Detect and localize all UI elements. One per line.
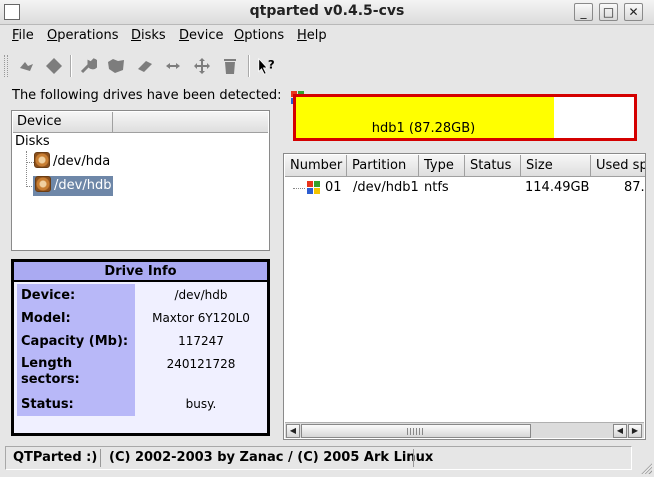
scroll-left-button[interactable]: ◀ bbox=[613, 424, 627, 438]
partition-used: 87.2 bbox=[624, 180, 645, 195]
drive-info-row-capacity: Capacity (Mb): 117247 bbox=[14, 330, 267, 353]
scroll-right-button[interactable]: ▶ bbox=[628, 424, 642, 438]
device-tree-header: Device bbox=[13, 112, 268, 133]
partition-number: 01 bbox=[325, 180, 342, 195]
partition-block-hdb1[interactable]: hdb1 (87.28GB) bbox=[293, 94, 637, 141]
menu-disks[interactable]: Disks bbox=[131, 28, 166, 43]
drive-info-row-status: Status: busy. bbox=[14, 393, 267, 416]
property-icon[interactable] bbox=[17, 56, 37, 76]
tree-root-disks[interactable]: Disks bbox=[15, 132, 50, 152]
menu-file[interactable]: File bbox=[12, 28, 34, 43]
tree-branch-line bbox=[26, 162, 34, 163]
tree-branch-line bbox=[293, 188, 305, 189]
toolbar-separator bbox=[70, 55, 72, 77]
drive-info-value: /dev/hdb bbox=[174, 288, 228, 302]
scrollbar-thumb[interactable] bbox=[301, 424, 531, 438]
eraser-icon[interactable] bbox=[135, 56, 155, 76]
status-app-label: QTParted :) bbox=[13, 450, 98, 465]
minimize-button[interactable]: _ bbox=[574, 3, 593, 21]
status-copyright: (C) 2002-2003 by Zanac / (C) 2005 Ark Li… bbox=[109, 450, 434, 465]
drive-info-value: 117247 bbox=[178, 334, 224, 348]
partition-list[interactable]: Number Partition Type Status Size Used s… bbox=[283, 153, 646, 440]
device-column-header[interactable]: Device bbox=[13, 112, 113, 133]
windows-flag-icon bbox=[307, 181, 321, 195]
menu-operations[interactable]: Operations bbox=[47, 28, 118, 43]
format-icon[interactable] bbox=[106, 56, 126, 76]
whats-this-icon[interactable]: ? bbox=[257, 56, 277, 76]
status-separator bbox=[413, 449, 414, 467]
move-icon[interactable] bbox=[192, 56, 212, 76]
drive-info-value: Maxtor 6Y120L0 bbox=[152, 311, 250, 325]
close-button[interactable]: ✕ bbox=[624, 3, 643, 21]
column-status[interactable]: Status bbox=[465, 155, 521, 177]
device-tree[interactable]: Device Disks /dev/hda /dev/hdb bbox=[11, 110, 270, 251]
drive-info-label: Length sectors: bbox=[17, 353, 135, 393]
title-bar: qtparted v0.4.5-cvs _ □ ✕ bbox=[0, 0, 654, 25]
check-icon[interactable] bbox=[44, 56, 64, 76]
drive-info-label: Capacity (Mb): bbox=[17, 330, 135, 353]
hard-disk-icon bbox=[35, 176, 51, 192]
drive-info-row-model: Model: Maxtor 6Y120L0 bbox=[14, 307, 267, 330]
menu-options[interactable]: Options bbox=[234, 28, 284, 43]
menu-bar: File Operations Disks Device Options Hel… bbox=[0, 25, 654, 49]
column-number[interactable]: Number bbox=[285, 155, 347, 177]
column-partition[interactable]: Partition bbox=[347, 155, 419, 177]
drive-info-row-device: Device: /dev/hdb bbox=[14, 284, 267, 307]
partition-block-label: hdb1 (87.28GB) bbox=[371, 121, 476, 136]
menu-help[interactable]: Help bbox=[297, 28, 327, 43]
wrench-icon[interactable] bbox=[78, 56, 98, 76]
column-type[interactable]: Type bbox=[419, 155, 465, 177]
drive-info-row-length: Length sectors: 240121728 bbox=[14, 353, 267, 393]
scroll-left-button[interactable]: ◀ bbox=[286, 424, 300, 438]
drive-info-header: Drive Info bbox=[14, 262, 267, 282]
status-bar: QTParted :) (C) 2002-2003 by Zanac / (C)… bbox=[0, 444, 654, 477]
tree-item-hdb[interactable]: /dev/hdb bbox=[33, 176, 114, 196]
maximize-button[interactable]: □ bbox=[599, 3, 618, 21]
tree-item-hda[interactable]: /dev/hda bbox=[34, 152, 110, 172]
hard-disk-icon bbox=[34, 152, 50, 168]
window-title: qtparted v0.4.5-cvs bbox=[249, 3, 405, 19]
partition-type: ntfs bbox=[424, 180, 449, 195]
partition-map: hdb1 (87.28GB) bbox=[287, 88, 644, 145]
empty-column-header[interactable] bbox=[113, 112, 268, 133]
column-used-space[interactable]: Used sp bbox=[591, 155, 645, 177]
drive-info-label: Status: bbox=[17, 393, 135, 416]
detected-drives-label: The following drives have been detected: bbox=[12, 88, 282, 103]
toolbar-separator bbox=[248, 55, 250, 77]
drive-info-label: Model: bbox=[17, 307, 135, 330]
resize-grip[interactable] bbox=[640, 462, 652, 474]
drive-info-value: 240121728 bbox=[166, 357, 236, 371]
column-size[interactable]: Size bbox=[521, 155, 591, 177]
partition-device: /dev/hdb1 bbox=[353, 180, 419, 195]
partition-list-header: Number Partition Type Status Size Used s… bbox=[285, 155, 645, 177]
partition-size: 114.49GB bbox=[525, 180, 590, 195]
drive-info-panel: Drive Info Device: /dev/hdb Model: Maxto… bbox=[11, 259, 270, 436]
scrollbar-grip bbox=[407, 428, 425, 435]
toolbar: ? bbox=[0, 49, 654, 83]
horizontal-scrollbar[interactable]: ◀ ◀ ▶ bbox=[285, 422, 644, 438]
delete-icon[interactable] bbox=[220, 56, 240, 76]
drive-info-label: Device: bbox=[17, 284, 135, 307]
menu-device[interactable]: Device bbox=[179, 28, 223, 43]
toolbar-grip[interactable] bbox=[4, 55, 8, 77]
tree-branch-line bbox=[26, 151, 27, 187]
status-separator bbox=[100, 449, 101, 467]
partition-row[interactable]: 01 /dev/hdb1 ntfs 114.49GB 87.2 bbox=[285, 178, 645, 198]
resize-icon[interactable] bbox=[163, 56, 183, 76]
svg-text:?: ? bbox=[268, 58, 275, 72]
drive-info-value: busy. bbox=[185, 397, 217, 411]
